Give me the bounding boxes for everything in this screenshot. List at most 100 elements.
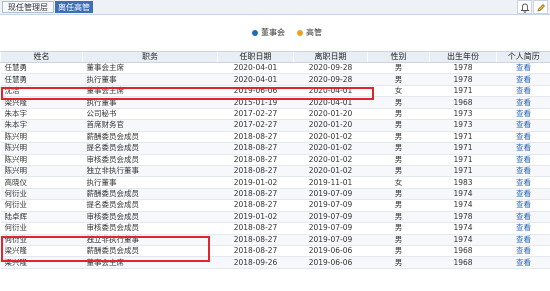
view-resume-link[interactable]: 查看: [496, 245, 550, 258]
view-resume-link[interactable]: 查看: [496, 222, 550, 235]
cell-gender: 男: [367, 62, 430, 75]
view-resume-link[interactable]: 查看: [496, 119, 550, 132]
view-resume-link[interactable]: 查看: [496, 62, 550, 75]
table-row: 何衍业 薪酬委员会成员 2018-08-27 2019-07-09 男 1974 查看: [0, 188, 550, 201]
cell-birth-year: 1968: [429, 96, 497, 109]
cell-gender: 女: [367, 85, 430, 98]
view-resume-link[interactable]: 查看: [496, 211, 550, 224]
cell-end-date: 2020-01-02: [293, 142, 368, 155]
table-row: 陈兴明 薪酬委员会成员 2018-08-27 2020-01-02 男 1971 查看: [0, 131, 550, 144]
table-row: 高晓仪 执行董事 2019-01-02 2019-11-01 女 1983 查看: [0, 176, 550, 189]
view-resume-link[interactable]: 查看: [496, 176, 550, 189]
cell-gender: 男: [367, 154, 430, 166]
cell-gender: 男: [367, 222, 430, 235]
view-resume-link[interactable]: 查看: [496, 188, 550, 201]
departed-executives-table: 姓名 职务 任职日期 离职日期 性别 出生年份 个人简历 任慧勇 董事会主席 202…: [0, 51, 550, 269]
header-end-date[interactable]: 离职日期: [293, 51, 368, 63]
table-row: 任慧勇 董事会主席 2020-04-01 2020-09-28 男 1978 查看: [0, 62, 550, 75]
cell-start-date: 2018-09-26: [217, 256, 294, 269]
tab-departed-executives[interactable]: 离任高管: [55, 1, 93, 13]
cell-gender: 男: [367, 199, 430, 212]
cell-start-date: 2018-08-27: [217, 131, 294, 144]
view-resume-link[interactable]: 查看: [496, 85, 550, 98]
edit-icon: [537, 4, 545, 12]
cell-birth-year: 1968: [429, 256, 497, 269]
cell-name: 任慧勇: [0, 62, 83, 75]
cell-start-date: 2017-02-27: [217, 119, 294, 132]
view-resume-link[interactable]: 查看: [496, 199, 550, 212]
cell-position: 提名委员会成员: [82, 142, 218, 155]
cell-name: 朱本宇: [0, 119, 83, 132]
view-resume-link[interactable]: 查看: [496, 234, 550, 247]
cell-start-date: 2018-08-27: [217, 234, 294, 247]
view-resume-link[interactable]: 查看: [496, 131, 550, 144]
cell-start-date: 2018-08-27: [217, 199, 294, 212]
header-name[interactable]: 姓名: [0, 51, 83, 63]
cell-gender: 男: [367, 165, 430, 178]
cell-position: 执行董事: [82, 73, 218, 86]
cell-end-date: 2020-01-02: [293, 154, 368, 166]
cell-position: 薪酬委员会成员: [82, 245, 218, 258]
cell-birth-year: 1971: [429, 154, 497, 166]
cell-end-date: 2019-06-06: [293, 256, 368, 269]
edit-button[interactable]: [533, 0, 548, 14]
table-row: 何衍业 独立非执行董事 2018-08-27 2019-07-09 男 1974 查看: [0, 234, 550, 247]
table-row: 梁兴隆 执行董事 2015-01-19 2020-04-01 男 1968 查看: [0, 96, 550, 109]
table-row: 陆卓辉 审核委员会成员 2019-01-02 2019-07-09 男 1978 查看: [0, 211, 550, 224]
view-resume-link[interactable]: 查看: [496, 96, 550, 109]
view-resume-link[interactable]: 查看: [496, 256, 550, 269]
cell-position: 薪酬委员会成员: [82, 188, 218, 201]
cell-birth-year: 1971: [429, 142, 497, 155]
cell-position: 董事会主席: [82, 85, 218, 98]
cell-end-date: 2019-07-09: [293, 188, 368, 201]
view-resume-link[interactable]: 查看: [496, 154, 550, 166]
board-legend-label: 董事会: [261, 28, 285, 37]
header-birth-year[interactable]: 出生年份: [429, 51, 497, 63]
board-legend-marker: [252, 30, 258, 36]
cell-birth-year: 1973: [429, 119, 497, 132]
tab-current-management[interactable]: 现任管理层: [2, 1, 54, 13]
header-position[interactable]: 职务: [82, 51, 218, 63]
cell-start-date: 2018-08-27: [217, 245, 294, 258]
cell-end-date: 2020-01-02: [293, 165, 368, 178]
cell-gender: 男: [367, 188, 430, 201]
cell-position: 独立非执行董事: [82, 165, 218, 178]
table-row: 何衍业 提名委员会成员 2018-08-27 2019-07-09 男 1974 查看: [0, 199, 550, 212]
cell-end-date: 2019-07-09: [293, 234, 368, 247]
view-resume-link[interactable]: 查看: [496, 165, 550, 178]
cell-start-date: 2017-02-27: [217, 108, 294, 121]
cell-birth-year: 1974: [429, 234, 497, 247]
cell-end-date: 2020-01-20: [293, 108, 368, 121]
cell-name: 高晓仪: [0, 176, 83, 189]
view-resume-link[interactable]: 查看: [496, 108, 550, 121]
notification-button[interactable]: [517, 0, 532, 14]
cell-birth-year: 1971: [429, 131, 497, 144]
cell-end-date: 2020-04-01: [293, 85, 368, 98]
cell-start-date: 2019-01-02: [217, 176, 294, 189]
header-resume[interactable]: 个人简历: [496, 51, 550, 63]
cell-start-date: 2018-08-27: [217, 165, 294, 178]
cell-end-date: 2019-07-09: [293, 222, 368, 235]
cell-gender: 男: [367, 131, 430, 144]
cell-position: 董事会主席: [82, 256, 218, 269]
cell-gender: 男: [367, 142, 430, 155]
cell-birth-year: 1974: [429, 188, 497, 201]
cell-end-date: 2019-07-09: [293, 211, 368, 224]
cell-position: 审核委员会成员: [82, 222, 218, 235]
cell-name: 何衍业: [0, 234, 83, 247]
cell-position: 首席财务官: [82, 119, 218, 132]
cell-birth-year: 1971: [429, 85, 497, 98]
view-resume-link[interactable]: 查看: [496, 142, 550, 155]
cell-end-date: 2020-01-02: [293, 131, 368, 144]
header-gender[interactable]: 性别: [367, 51, 430, 63]
cell-birth-year: 1978: [429, 62, 497, 75]
cell-gender: 男: [367, 108, 430, 121]
view-resume-link[interactable]: 查看: [496, 73, 550, 86]
cell-name: 陈兴明: [0, 154, 83, 166]
cell-gender: 男: [367, 211, 430, 224]
cell-name: 沈洁: [0, 85, 83, 98]
cell-position: 提名委员会成员: [82, 199, 218, 212]
header-start-date[interactable]: 任职日期: [217, 51, 294, 63]
cell-name: 梁兴隆: [0, 245, 83, 258]
cell-position: 执行董事: [82, 96, 218, 109]
